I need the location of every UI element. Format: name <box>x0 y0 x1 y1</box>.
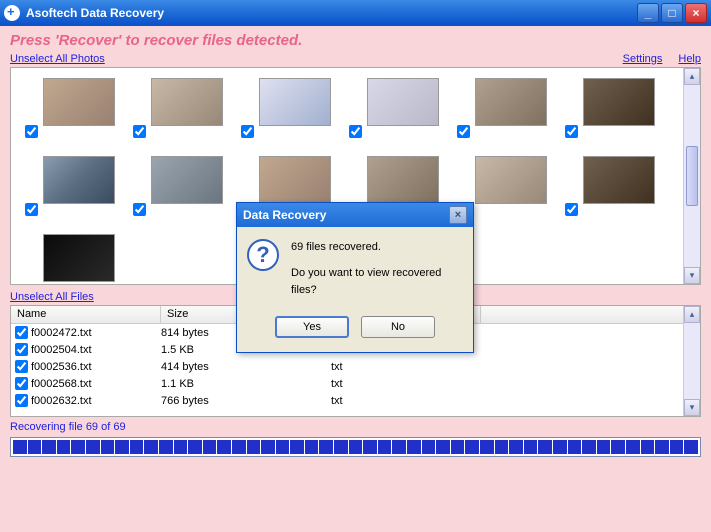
file-row[interactable]: f0002568.txt1.1 KBtxt <box>11 375 700 392</box>
file-checkbox[interactable] <box>15 360 28 373</box>
dialog-titlebar: Data Recovery × <box>237 203 473 227</box>
col-header-name[interactable]: Name <box>11 306 161 323</box>
window-title: Asoftech Data Recovery <box>26 6 635 20</box>
dialog-line1: 69 files recovered. <box>291 239 463 257</box>
thumbnail <box>475 78 547 126</box>
progress-bar <box>10 437 701 457</box>
file-ext: txt <box>331 361 481 373</box>
file-ext: txt <box>331 395 481 407</box>
question-icon: ? <box>247 239 279 271</box>
col-header-blank <box>481 306 700 323</box>
photo-item[interactable] <box>133 156 223 216</box>
photo-checkbox[interactable] <box>133 125 146 138</box>
file-name: f0002472.txt <box>31 327 161 339</box>
file-row[interactable]: f0002632.txt766 bytestxt <box>11 392 700 409</box>
help-link[interactable]: Help <box>678 53 701 65</box>
thumbnail <box>583 156 655 204</box>
photo-checkbox[interactable] <box>133 203 146 216</box>
thumbnail <box>151 156 223 204</box>
file-name: f0002504.txt <box>31 344 161 356</box>
photo-checkbox[interactable] <box>565 203 578 216</box>
thumbnail <box>367 78 439 126</box>
photo-checkbox[interactable] <box>565 125 578 138</box>
photo-item[interactable] <box>25 156 115 216</box>
photo-item[interactable] <box>133 78 223 138</box>
file-size: 766 bytes <box>161 395 331 407</box>
file-name: f0002568.txt <box>31 378 161 390</box>
photo-item[interactable] <box>25 234 115 285</box>
thumbnail <box>259 156 331 204</box>
file-checkbox[interactable] <box>15 377 28 390</box>
thumbnail <box>583 78 655 126</box>
photo-item[interactable] <box>241 78 331 138</box>
thumbnail <box>475 156 547 204</box>
thumbnail <box>151 78 223 126</box>
dialog-message: 69 files recovered. Do you want to view … <box>291 239 463 300</box>
file-size: 1.1 KB <box>161 378 331 390</box>
file-checkbox[interactable] <box>15 394 28 407</box>
yes-button[interactable]: Yes <box>275 316 349 338</box>
minimize-button[interactable]: _ <box>637 3 659 23</box>
thumbnail <box>43 78 115 126</box>
scroll-up-arrow[interactable]: ▴ <box>684 306 700 323</box>
photo-item[interactable] <box>457 78 547 138</box>
file-row[interactable]: f0002536.txt414 bytestxt <box>11 358 700 375</box>
photos-scrollbar[interactable]: ▴ ▾ <box>683 68 700 284</box>
scroll-down-arrow[interactable]: ▾ <box>684 267 700 284</box>
window-titlebar: Asoftech Data Recovery _ □ × <box>0 0 711 26</box>
files-scrollbar[interactable]: ▴ ▾ <box>683 306 700 416</box>
unselect-all-photos-link[interactable]: Unselect All Photos <box>10 53 105 65</box>
unselect-all-files-link[interactable]: Unselect All Files <box>10 291 94 303</box>
status-text: Recovering file 69 of 69 <box>10 421 701 433</box>
maximize-button[interactable]: □ <box>661 3 683 23</box>
file-checkbox[interactable] <box>15 343 28 356</box>
confirmation-dialog: Data Recovery × ? 69 files recovered. Do… <box>236 202 474 353</box>
file-name: f0002536.txt <box>31 361 161 373</box>
file-ext: txt <box>331 378 481 390</box>
photo-item[interactable] <box>565 78 655 138</box>
file-name: f0002632.txt <box>31 395 161 407</box>
settings-link[interactable]: Settings <box>623 53 663 65</box>
scroll-down-arrow[interactable]: ▾ <box>684 399 700 416</box>
thumbnail <box>259 78 331 126</box>
scroll-up-arrow[interactable]: ▴ <box>684 68 700 85</box>
app-icon <box>4 5 20 21</box>
photo-item[interactable] <box>565 156 655 216</box>
close-button[interactable]: × <box>685 3 707 23</box>
dialog-close-button[interactable]: × <box>449 206 467 224</box>
photo-item[interactable] <box>349 78 439 138</box>
file-checkbox[interactable] <box>15 326 28 339</box>
no-button[interactable]: No <box>361 316 435 338</box>
dialog-line2: Do you want to view recovered files? <box>291 265 463 300</box>
photo-checkbox[interactable] <box>457 125 470 138</box>
dialog-title: Data Recovery <box>243 208 326 222</box>
scroll-thumb[interactable] <box>686 146 698 206</box>
file-size: 414 bytes <box>161 361 331 373</box>
thumbnail <box>43 156 115 204</box>
photo-item[interactable] <box>25 78 115 138</box>
photo-checkbox[interactable] <box>241 125 254 138</box>
photo-checkbox[interactable] <box>25 125 38 138</box>
thumbnail <box>43 234 115 282</box>
instruction-text: Press 'Recover' to recover files detecte… <box>10 32 701 49</box>
photo-checkbox[interactable] <box>349 125 362 138</box>
thumbnail <box>367 156 439 204</box>
photo-checkbox[interactable] <box>25 203 38 216</box>
